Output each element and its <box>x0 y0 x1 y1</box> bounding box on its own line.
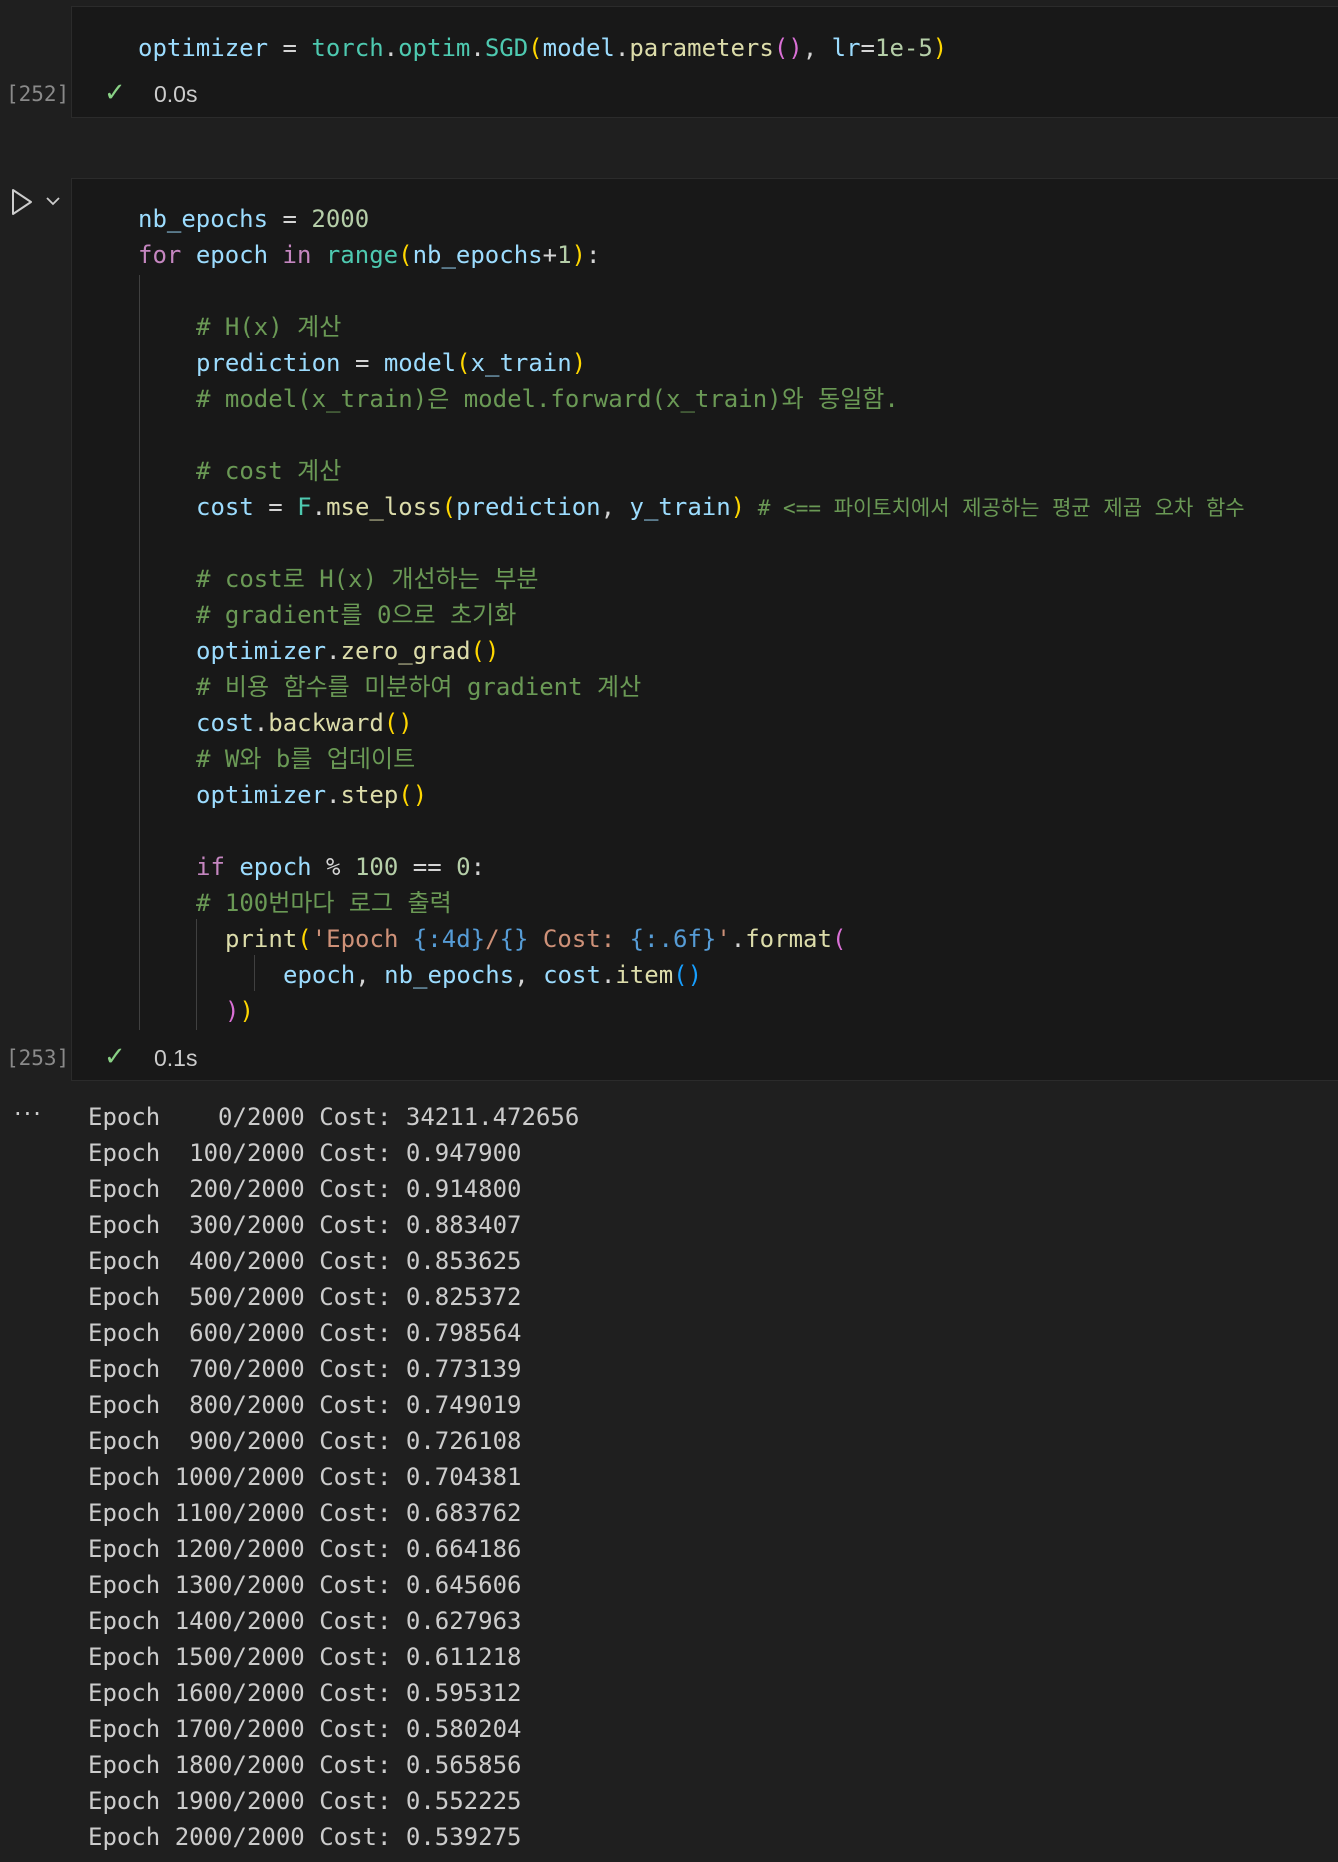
code-comment[interactable]: # gradient를 0으로 초기화 <box>196 597 516 633</box>
indent-guide <box>254 955 255 991</box>
code-line[interactable]: epoch, nb_epochs, cost.item() <box>283 957 702 993</box>
code-line[interactable]: )) <box>225 993 254 1029</box>
code-line[interactable]: prediction = model(x_train) <box>196 345 586 381</box>
output-line: Epoch 1600/2000 Cost: 0.595312 <box>88 1679 522 1707</box>
output-line: Epoch 1700/2000 Cost: 0.580204 <box>88 1715 522 1743</box>
output-line: Epoch 1900/2000 Cost: 0.552225 <box>88 1787 522 1815</box>
check-icon: ✓ <box>104 1042 126 1072</box>
code-comment[interactable]: # W와 b를 업데이트 <box>196 741 415 777</box>
code-comment[interactable]: # cost로 H(x) 개선하는 부분 <box>196 561 538 597</box>
code-line[interactable]: optimizer.step() <box>196 777 427 813</box>
output-line: Epoch 100/2000 Cost: 0.947900 <box>88 1139 522 1167</box>
code-line[interactable]: cost = F.mse_loss(prediction, y_train) #… <box>196 489 1245 525</box>
output-line: Epoch 600/2000 Cost: 0.798564 <box>88 1319 522 1347</box>
output-line: Epoch 900/2000 Cost: 0.726108 <box>88 1427 522 1455</box>
output-line: Epoch 1100/2000 Cost: 0.683762 <box>88 1499 522 1527</box>
output-line: Epoch 1300/2000 Cost: 0.645606 <box>88 1571 522 1599</box>
code-line[interactable]: if epoch % 100 == 0: <box>196 849 485 885</box>
output-line: Epoch 200/2000 Cost: 0.914800 <box>88 1175 522 1203</box>
output-line: Epoch 300/2000 Cost: 0.883407 <box>88 1211 522 1239</box>
output-line: Epoch 0/2000 Cost: 34211.472656 <box>88 1103 580 1131</box>
code-comment[interactable]: # cost 계산 <box>196 453 341 489</box>
execution-time: 0.0s <box>154 81 198 107</box>
execution-time: 0.1s <box>154 1045 198 1071</box>
check-icon: ✓ <box>104 78 126 108</box>
code-line[interactable]: nb_epochs = 2000 <box>138 201 369 237</box>
execution-count: [253] <box>6 1046 70 1070</box>
output-line: Epoch 800/2000 Cost: 0.749019 <box>88 1391 522 1419</box>
execution-count: [252] <box>6 82 70 106</box>
code-line[interactable]: cost.backward() <box>196 705 413 741</box>
output-line: Epoch 700/2000 Cost: 0.773139 <box>88 1355 522 1383</box>
output-line: Epoch 1200/2000 Cost: 0.664186 <box>88 1535 522 1563</box>
output-line: Epoch 500/2000 Cost: 0.825372 <box>88 1283 522 1311</box>
indent-guide <box>139 275 140 1030</box>
code-comment[interactable]: # H(x) 계산 <box>196 309 341 345</box>
code-line[interactable]: optimizer = torch.optim.SGD(model.parame… <box>138 30 947 66</box>
output-line: Epoch 1000/2000 Cost: 0.704381 <box>88 1463 522 1491</box>
run-cell-icon[interactable] <box>10 188 34 216</box>
code-comment[interactable]: # 비용 함수를 미분하여 gradient 계산 <box>196 669 641 705</box>
notebook-page: optimizer = torch.optim.SGD(model.parame… <box>0 0 1338 1862</box>
indent-guide <box>196 919 197 1030</box>
output-line: Epoch 1500/2000 Cost: 0.611218 <box>88 1643 522 1671</box>
code-comment[interactable]: # model(x_train)은 model.forward(x_train)… <box>196 381 899 417</box>
output-line: Epoch 2000/2000 Cost: 0.539275 <box>88 1823 522 1851</box>
code-line[interactable]: for epoch in range(nb_epochs+1): <box>138 237 600 273</box>
output-line: Epoch 400/2000 Cost: 0.853625 <box>88 1247 522 1275</box>
code-comment[interactable]: # 100번마다 로그 출력 <box>196 885 452 921</box>
output-more-actions-icon[interactable]: ··· <box>14 1100 43 1128</box>
code-line[interactable]: optimizer.zero_grad() <box>196 633 499 669</box>
chevron-down-icon[interactable] <box>44 192 62 210</box>
code-line[interactable]: print('Epoch {:4d}/{} Cost: {:.6f}'.form… <box>225 921 846 957</box>
output-line: Epoch 1400/2000 Cost: 0.627963 <box>88 1607 522 1635</box>
output-line: Epoch 1800/2000 Cost: 0.565856 <box>88 1751 522 1779</box>
